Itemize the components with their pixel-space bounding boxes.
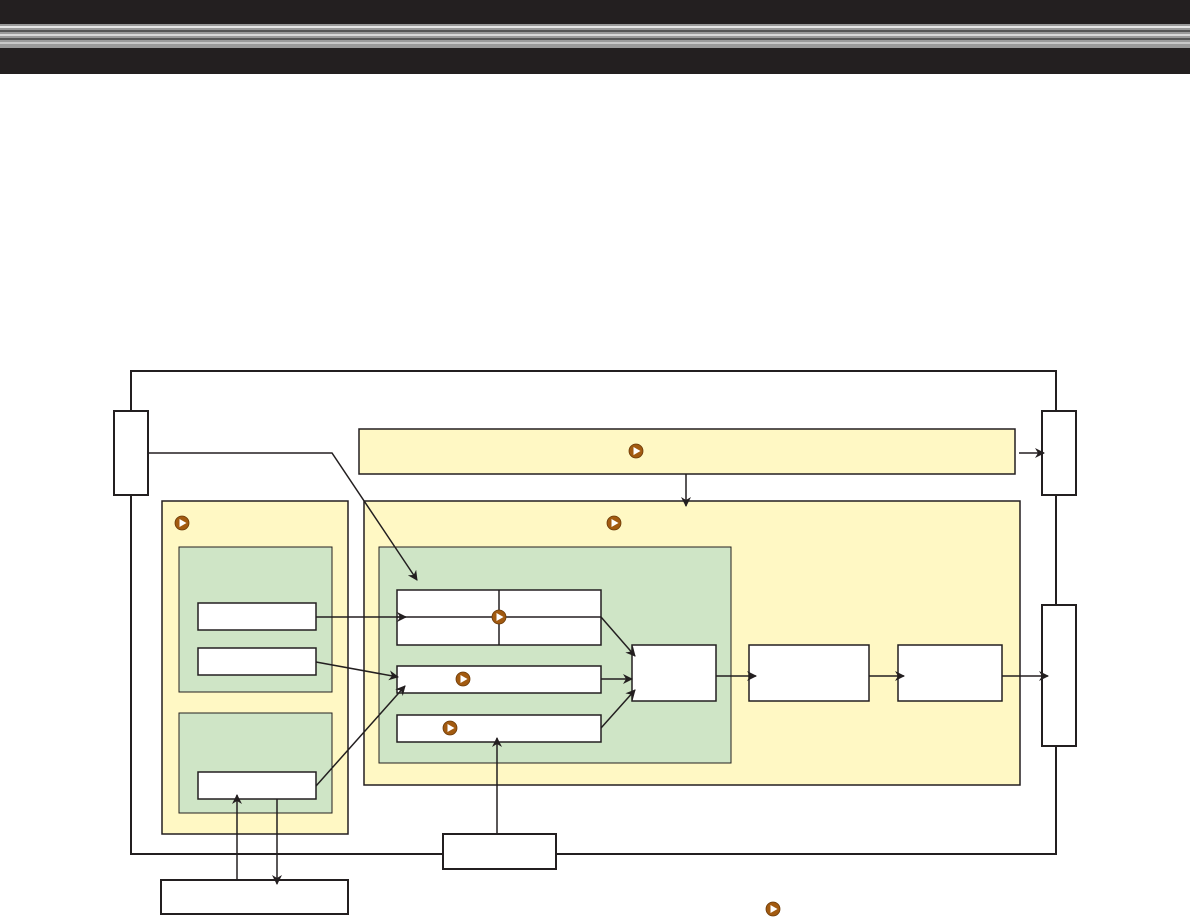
right-top-port-block[interactable]: [1041, 410, 1077, 496]
lower-box-play-icon[interactable]: [442, 720, 458, 736]
block-diagram: [113, 370, 1077, 917]
right-panel-play-icon[interactable]: [606, 515, 622, 531]
left-box-2[interactable]: [197, 647, 317, 676]
left-box-1[interactable]: [197, 602, 317, 631]
page-root: [0, 0, 1190, 920]
left-panel-play-icon[interactable]: [174, 515, 190, 531]
split-box-play-icon[interactable]: [491, 609, 507, 625]
left-box-3[interactable]: [197, 771, 317, 800]
middle-box-play-icon[interactable]: [455, 671, 471, 687]
bottom-play-icon[interactable]: [765, 901, 781, 917]
lower-box[interactable]: [396, 714, 602, 743]
bottom-left-box[interactable]: [160, 879, 349, 915]
top-yellow-banner[interactable]: [358, 428, 1016, 475]
left-port-block[interactable]: [113, 410, 149, 496]
middle-box[interactable]: [396, 665, 602, 694]
combiner-box[interactable]: [631, 644, 717, 702]
stage-box-1[interactable]: [748, 644, 870, 702]
bottom-center-box[interactable]: [442, 833, 557, 870]
stage-box-2[interactable]: [897, 644, 1003, 702]
top-banner-play-icon[interactable]: [628, 443, 644, 459]
